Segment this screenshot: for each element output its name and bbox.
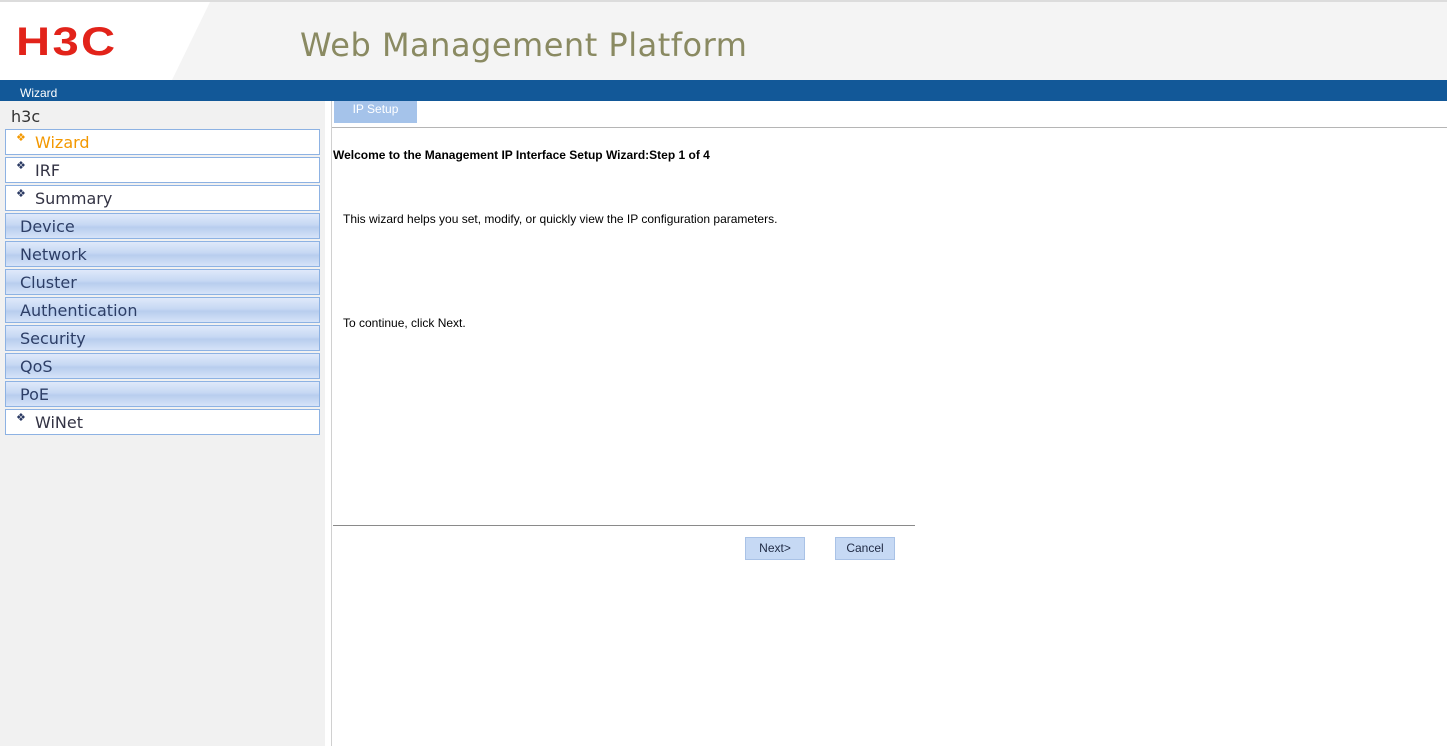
logo-area: H3C xyxy=(0,2,210,80)
sidebar-item-label: Summary xyxy=(35,189,113,208)
sidebar-item-security[interactable]: Security xyxy=(5,325,320,351)
sidebar-item-summary[interactable]: ❖ Summary xyxy=(5,185,320,211)
nav-item-wizard[interactable]: Wizard xyxy=(20,86,57,101)
tab-strip: IP Setup xyxy=(332,101,1447,128)
sidebar-item-label: QoS xyxy=(20,357,53,376)
sidebar-divider xyxy=(325,101,332,746)
sidebar: h3c ❖ Wizard ❖ IRF ❖ Summary Device Netw… xyxy=(0,101,325,746)
sidebar-item-label: Security xyxy=(20,329,86,348)
sidebar-item-poe[interactable]: PoE xyxy=(5,381,320,407)
cancel-button[interactable]: Cancel xyxy=(835,537,895,560)
sidebar-item-wizard[interactable]: ❖ Wizard xyxy=(5,129,320,155)
sidebar-item-label: Wizard xyxy=(35,133,90,152)
diamond-bullet-icon: ❖ xyxy=(16,159,26,172)
sidebar-item-label: PoE xyxy=(20,385,49,404)
sidebar-item-irf[interactable]: ❖ IRF xyxy=(5,157,320,183)
sidebar-item-network[interactable]: Network xyxy=(5,241,320,267)
diamond-bullet-icon: ❖ xyxy=(16,411,26,424)
device-name: h3c xyxy=(11,107,41,126)
footer-divider xyxy=(333,525,915,526)
sidebar-item-label: Network xyxy=(20,245,87,264)
sidebar-item-cluster[interactable]: Cluster xyxy=(5,269,320,295)
diamond-bullet-icon: ❖ xyxy=(16,187,26,200)
sidebar-item-authentication[interactable]: Authentication xyxy=(5,297,320,323)
wizard-continue-text: To continue, click Next. xyxy=(343,316,466,330)
wizard-intro-text: This wizard helps you set, modify, or qu… xyxy=(343,212,778,226)
sidebar-item-label: IRF xyxy=(35,161,61,180)
wizard-heading: Welcome to the Management IP Interface S… xyxy=(333,148,710,162)
sidebar-item-label: Device xyxy=(20,217,75,236)
sidebar-item-device[interactable]: Device xyxy=(5,213,320,239)
platform-title: Web Management Platform xyxy=(300,26,748,64)
diamond-bullet-icon: ❖ xyxy=(16,131,26,144)
page-header: H3C Web Management Platform xyxy=(0,0,1447,80)
sidebar-item-qos[interactable]: QoS xyxy=(5,353,320,379)
top-nav-bar: Wizard xyxy=(0,80,1447,101)
tab-ip-setup[interactable]: IP Setup xyxy=(334,101,417,123)
next-button[interactable]: Next> xyxy=(745,537,805,560)
sidebar-item-label: WiNet xyxy=(35,413,83,432)
h3c-logo: H3C xyxy=(16,20,118,64)
sidebar-item-label: Cluster xyxy=(20,273,77,292)
sidebar-item-winet[interactable]: ❖ WiNet xyxy=(5,409,320,435)
main-content: IP Setup Welcome to the Management IP In… xyxy=(332,101,1447,746)
sidebar-item-label: Authentication xyxy=(20,301,138,320)
